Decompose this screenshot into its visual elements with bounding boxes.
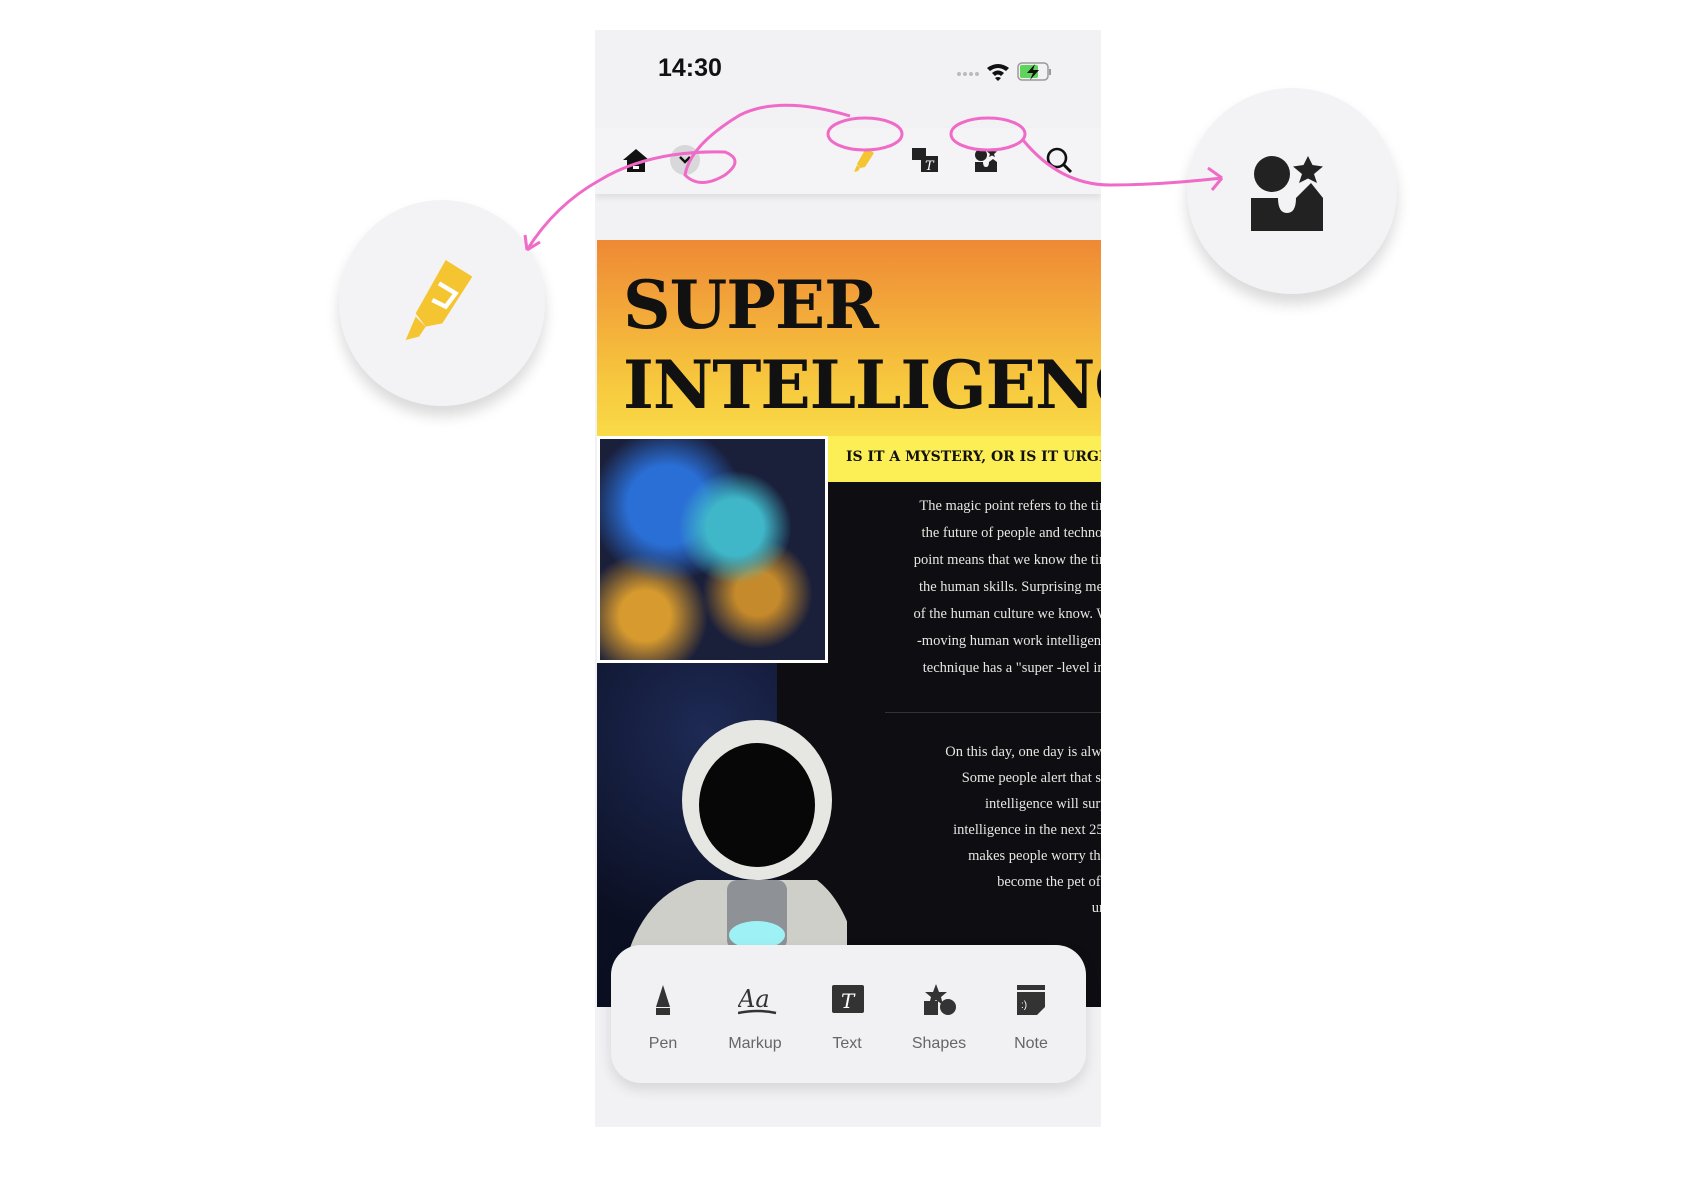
- svg-text:Aa: Aa: [738, 985, 770, 1013]
- tool-markup[interactable]: Aa Markup: [709, 945, 801, 1083]
- shapes-icon: [924, 984, 956, 1015]
- tool-text[interactable]: T Text: [801, 945, 893, 1083]
- callout-ai-image: [1187, 88, 1397, 294]
- svg-text:T: T: [841, 989, 856, 1013]
- document-page[interactable]: SUPER INTELLIGENCE IS IT A MYSTERY, OR I…: [597, 240, 1101, 1007]
- svg-text::): :): [1021, 1000, 1027, 1011]
- note-icon: :): [1017, 985, 1045, 1015]
- tool-label: Text: [832, 1035, 862, 1052]
- tool-label: Note: [1014, 1035, 1048, 1052]
- ai-image-icon: [1251, 156, 1323, 231]
- home-button[interactable]: [618, 142, 654, 178]
- tool-shapes[interactable]: Shapes: [893, 945, 985, 1083]
- body-line: technique has a "super -level intelligen…: [922, 660, 1101, 676]
- phone-screen: 14:30 T SUPER INTELLIGENCE IS IT A MYSTE…: [595, 30, 1101, 1127]
- tool-label: Pen: [648, 1035, 678, 1052]
- highlighter-button[interactable]: [846, 142, 882, 178]
- tool-note[interactable]: :) Note: [985, 945, 1077, 1083]
- status-icons: [955, 60, 1065, 89]
- highlighter-icon: [405, 260, 473, 340]
- subtitle: IS IT A MYSTERY, OR IS IT URGENT: [828, 436, 1101, 482]
- nebula-image: [597, 436, 828, 663]
- svg-text:T: T: [925, 159, 935, 173]
- body-line: intelligence in the next 25 years. Th: [953, 822, 1101, 838]
- signal-wifi-battery-icon: [957, 62, 1051, 81]
- body-line: intelligence will surpass huma: [985, 796, 1101, 812]
- body-line: the human skills. Surprising means the e…: [918, 579, 1101, 595]
- body-line: unknowingl: [1091, 900, 1101, 916]
- title-line-1: SUPER: [623, 266, 879, 344]
- callout-highlighter: [339, 200, 545, 406]
- ai-image-icon: [975, 148, 997, 172]
- markup-icon: Aa: [738, 985, 777, 1015]
- text-icon: T: [832, 985, 864, 1013]
- chevron-down-icon: [670, 145, 700, 175]
- home-icon: [623, 149, 649, 172]
- body-line: point means that we know the time point …: [913, 552, 1101, 568]
- body-line: makes people worry that they ma: [968, 848, 1101, 864]
- body-line: On this day, one day is always comin: [945, 744, 1101, 760]
- pen-icon: [656, 985, 670, 1015]
- body-line: the future of people and technology. Mag: [921, 525, 1101, 541]
- status-time: 14:30: [658, 54, 722, 82]
- dropdown-button[interactable]: [667, 142, 703, 178]
- tool-pen[interactable]: Pen: [617, 945, 709, 1083]
- body-line: become the pet of their robo: [997, 874, 1101, 890]
- search-icon: [1046, 147, 1073, 174]
- tool-label: Markup: [728, 1035, 782, 1052]
- body-line: The magic point refers to the time point…: [919, 498, 1101, 514]
- ai-image-button[interactable]: [968, 142, 1004, 178]
- title-line-2: INTELLIGENCE: [623, 346, 1101, 424]
- body-text: The magic point refers to the time point…: [835, 498, 1101, 978]
- divider: [885, 712, 1101, 713]
- tool-label: Shapes: [911, 1035, 967, 1052]
- body-line: -moving human work intelligence (AI), th: [916, 633, 1101, 649]
- body-line: of the human culture we know. With the f…: [913, 606, 1101, 622]
- ocr-icon: T: [912, 148, 938, 173]
- body-line: Some people alert that super -spee: [961, 770, 1101, 786]
- highlighter-icon: [854, 148, 874, 172]
- ocr-button[interactable]: T: [907, 142, 943, 178]
- bottom-tool-bar: Pen Aa Markup T Text Shapes :) Note: [611, 945, 1086, 1083]
- top-toolbar: T: [595, 128, 1101, 194]
- search-button[interactable]: [1041, 142, 1077, 178]
